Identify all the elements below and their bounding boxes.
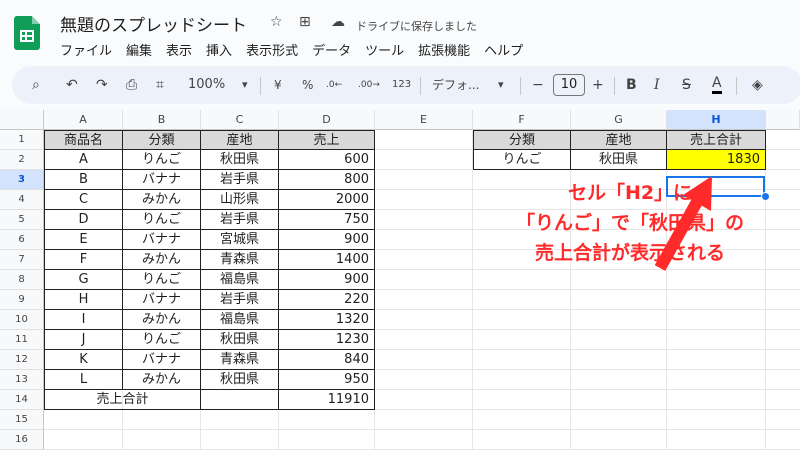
annotation-text: セル「H2」に 「りんご」で「秋田県」の 売上合計が表示される [470,178,790,268]
annotation-line-1: セル「H2」に [567,182,693,204]
annotation-line-2: 「りんご」で「秋田県」の [515,212,744,234]
annotation-line-3: 売上合計が表示される [534,242,725,264]
